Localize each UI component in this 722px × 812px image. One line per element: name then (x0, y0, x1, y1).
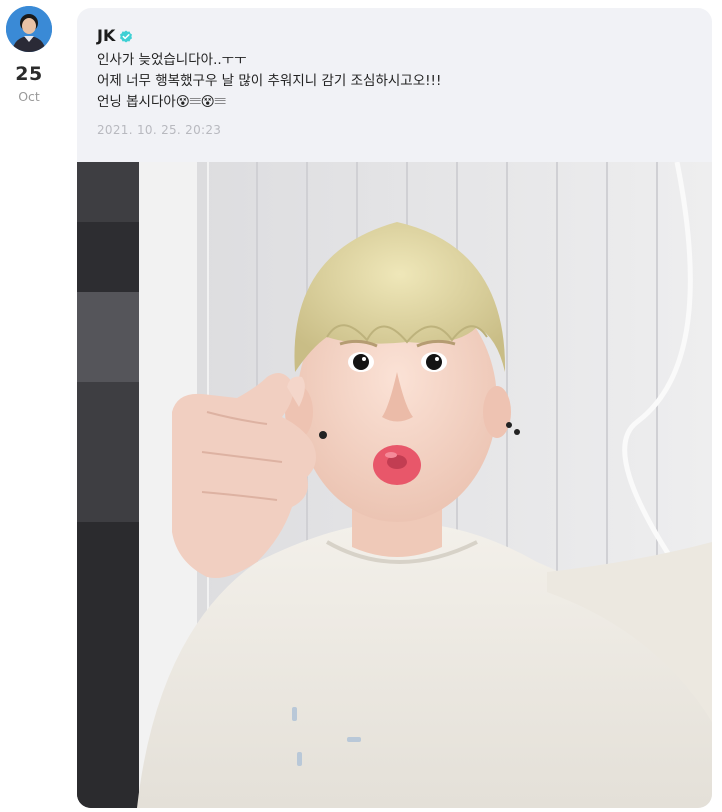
post-line: 언닝 봅시다아😵𝄘😵𝄘 (97, 94, 226, 110)
author-row: JK (97, 26, 133, 45)
post-line: 어제 너무 행복했구우 날 많이 추워지니 감기 조심하시고오!!! (97, 73, 442, 89)
post-timestamp: 2021. 10. 25. 20:23 (97, 123, 222, 137)
profile-avatar[interactable] (6, 6, 52, 52)
post-date-day: 25 (15, 63, 43, 85)
post-body: 인사가 늦었습니다아..ㅜㅜ 어제 너무 행복했구우 날 많이 추워지니 감기 … (97, 50, 697, 113)
selfie-photo-image (77, 162, 712, 808)
post-photo[interactable] (77, 162, 712, 808)
post-feed-item: 25 Oct JK 인사가 늦었습니다아..ㅜㅜ 어제 너무 행복했구우 날 많… (0, 0, 722, 812)
post-card: JK 인사가 늦었습니다아..ㅜㅜ 어제 너무 행복했구우 날 많이 추워지니 … (77, 8, 712, 808)
post-line: 인사가 늦었습니다아..ㅜㅜ (97, 52, 247, 68)
post-date-month: Oct (18, 89, 40, 104)
avatar-image (6, 6, 52, 52)
verified-badge-icon (119, 29, 133, 43)
author-name[interactable]: JK (97, 26, 115, 45)
